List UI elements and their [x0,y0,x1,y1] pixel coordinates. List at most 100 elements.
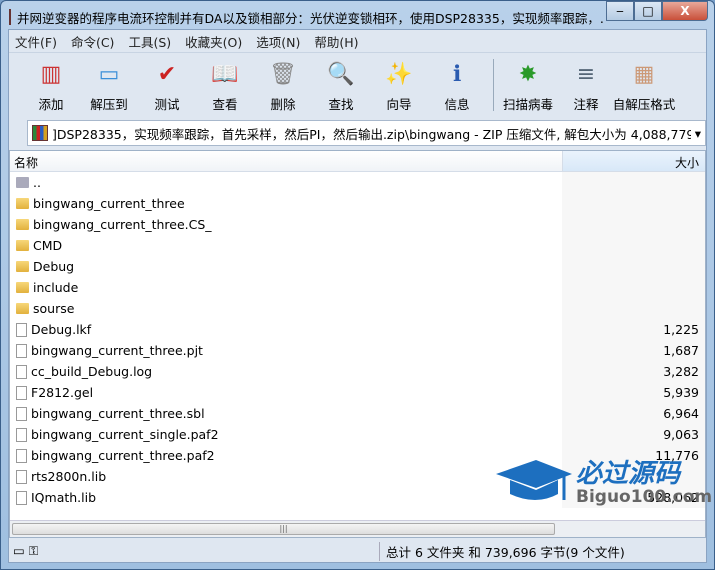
file-row[interactable]: bingwang_current_single.paf2 9,063 [10,424,705,445]
file-icon [16,448,27,463]
toolbar-button-info[interactable]: ℹ 信息 [429,57,485,113]
app-window: 并网逆变器的程序电流环控制并有DA以及锁相部分：光伏逆变锁相环，使用DSP283… [0,0,715,570]
toolbar-button-virus-scan[interactable]: ✸ 扫描病毒 [500,57,556,113]
file-row[interactable]: rts2800n.lib [10,466,705,487]
dropdown-arrow-icon[interactable]: ▾ [695,126,701,141]
wizard-wand-icon: ✨ [385,61,413,87]
address-bar[interactable]: ]DSP28335，实现频率跟踪，首先采样，然后PI，然后输出.zip\bing… [27,120,706,146]
file-name: bingwang_current_three.CS_ [33,217,212,232]
file-size [562,466,705,487]
column-header-size[interactable]: 大小 [562,151,705,171]
toolbar-button-wizard-wand[interactable]: ✨ 向导 [371,57,427,113]
file-row[interactable]: bingwang_current_three.CS_ [10,214,705,235]
sfx-box-icon: ▦ [633,61,655,87]
file-name: bingwang_current_three.sbl [31,406,205,421]
file-row[interactable]: IQmath.lib 528,062 [10,487,705,508]
test-clipboard-icon: ✔ [157,61,177,87]
toolbar-button-test-clipboard[interactable]: ✔ 测试 [139,57,195,113]
file-size: 1,687 [562,340,705,361]
toolbar-button-sfx-box[interactable]: ▦ 自解压格式 [613,57,676,113]
winrar-icon [9,9,11,25]
folder-icon [16,198,29,209]
file-row[interactable]: CMD [10,235,705,256]
delete-trash-icon: 🗑 [269,61,297,87]
toolbar: ▥ 添加 ▭ 解压到 ✔ 测试 📖 查看 🗑 删除 🔍 查找 ✨ 向导 ℹ 信息 ✸ 扫描病毒 ≡ 注释 ▦ 自解压格式 [9,52,706,114]
file-size: 9,063 [562,424,705,445]
view-book-icon: 📖 [211,61,239,87]
maximize-button[interactable]: □ [634,1,662,21]
file-icon [16,406,27,421]
file-row[interactable]: Debug [10,256,705,277]
horizontal-scrollbar[interactable]: ||| [10,520,705,537]
toolbar-button-extract-folder[interactable]: ▭ 解压到 [81,57,137,113]
toolbar-button-label: 查看 [212,97,238,112]
toolbar-button-delete-trash[interactable]: 🗑 删除 [255,57,311,113]
extract-folder-icon: ▭ [98,61,120,87]
file-size [562,298,705,319]
file-name: include [33,280,79,295]
folder-icon [16,240,29,251]
file-size: 11,776 [562,445,705,466]
file-icon [16,343,27,358]
file-row[interactable]: cc_build_Debug.log 3,282 [10,361,705,382]
file-row[interactable]: bingwang_current_three.paf2 11,776 [10,445,705,466]
file-size: 528,062 [562,487,705,508]
menu-bar: 文件(F) 命令(C) 工具(S) 收藏夹(O) 选项(N) 帮助(H) [9,30,706,52]
menu-item[interactable]: 文件(F) [15,32,57,51]
scrollbar-thumb[interactable]: ||| [12,523,555,535]
file-row[interactable]: bingwang_current_three [10,193,705,214]
toolbar-button-comment[interactable]: ≡ 注释 [558,57,614,113]
file-name: bingwang_current_single.paf2 [31,427,219,442]
file-size [562,193,705,214]
file-size: 3,282 [562,361,705,382]
folder-icon [16,261,29,272]
status-summary: 总计 6 文件夹 和 739,696 字节(9 个文件) [379,541,706,561]
drive-icon: ▭ ⚿ [13,543,39,558]
find-magnifier-icon: 🔍 [327,61,355,87]
toolbar-button-label: 信息 [444,97,470,112]
file-name: bingwang_current_three [33,196,185,211]
file-row[interactable]: bingwang_current_three.pjt 1,687 [10,340,705,361]
file-name: cc_build_Debug.log [31,364,153,379]
file-list: 名称 大小 .. bingwang_current_three bingwang_c… [9,150,706,538]
toolbar-button-label: 添加 [38,97,64,112]
file-size [562,214,705,235]
file-name: IQmath.lib [31,490,97,505]
info-icon: ℹ [452,61,462,87]
file-size [562,172,705,193]
file-name: rts2800n.lib [31,469,107,484]
address-path: ]DSP28335，实现频率跟踪，首先采样，然后PI，然后输出.zip\bing… [52,126,691,142]
column-header-name[interactable]: 名称 [10,151,562,171]
folder-icon [16,219,29,230]
file-row[interactable]: include [10,277,705,298]
file-row[interactable]: bingwang_current_three.sbl 6,964 [10,403,705,424]
file-name: CMD [33,238,63,253]
file-row[interactable]: .. [10,172,705,193]
file-size [562,235,705,256]
file-icon [16,385,27,400]
menu-item[interactable]: 帮助(H) [314,32,358,51]
virus-scan-icon: ✸ [518,61,538,87]
file-icon [16,427,27,442]
file-name: sourse [33,301,75,316]
toolbar-button-find-magnifier[interactable]: 🔍 查找 [313,57,369,113]
toolbar-button-label: 向导 [386,97,412,112]
archive-add-icon: ▥ [40,61,62,87]
title-bar: 并网逆变器的程序电流环控制并有DA以及锁相部分：光伏逆变锁相环，使用DSP283… [9,7,604,27]
file-icon [16,364,27,379]
menu-item[interactable]: 选项(N) [256,32,300,51]
file-row[interactable]: Debug.lkf 1,225 [10,319,705,340]
file-name: bingwang_current_three.pjt [31,343,203,358]
comment-icon: ≡ [576,61,596,87]
toolbar-button-view-book[interactable]: 📖 查看 [197,57,253,113]
minimize-button[interactable]: ‒ [606,1,634,21]
menu-item[interactable]: 命令(C) [71,32,114,51]
file-size [562,277,705,298]
menu-item[interactable]: 收藏夹(O) [185,32,242,51]
toolbar-button-archive-add[interactable]: ▥ 添加 [23,57,79,113]
file-name: Debug [33,259,75,274]
file-row[interactable]: F2812.gel 5,939 [10,382,705,403]
file-row[interactable]: sourse [10,298,705,319]
close-button[interactable]: X [662,1,708,21]
menu-item[interactable]: 工具(S) [128,32,171,51]
